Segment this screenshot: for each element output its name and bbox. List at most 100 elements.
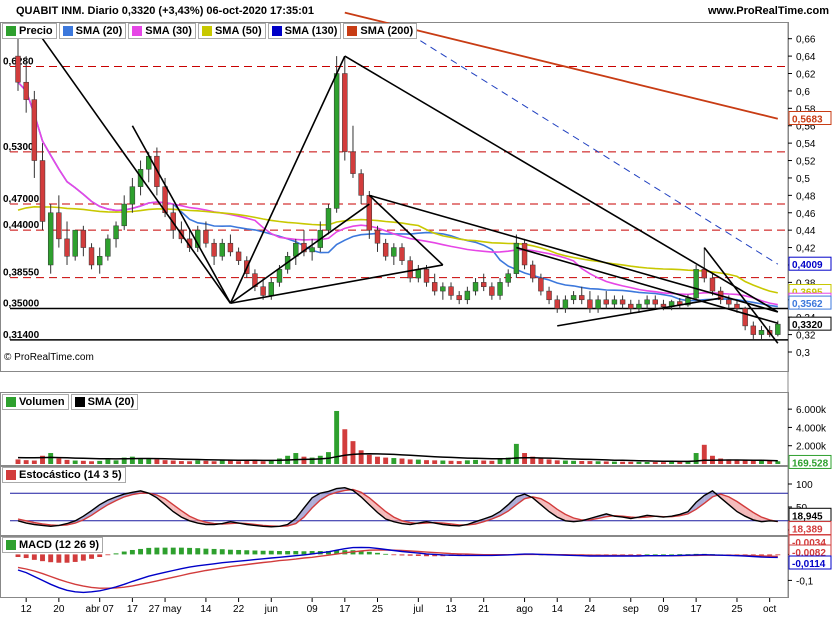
volume-bar [162,460,168,464]
legend-sma130: SMA (130) [267,23,342,39]
candle-body [644,299,650,305]
volume-bar [178,461,184,464]
candle-body [489,286,495,296]
volume-bar [375,456,380,464]
volume-bar [97,460,103,464]
volume-bar [252,460,258,464]
macd-hist-bar [170,547,176,555]
volume-bar [587,461,593,464]
legend-sma20: SMA (20) [58,23,127,39]
macd-hist-bar [129,549,135,555]
candle-body [268,282,274,296]
price-tick-label: 0,42 [796,244,816,255]
x-tick-label: 22 [233,604,245,615]
volume-bar [244,460,250,464]
sma200-label: SMA (200) [360,25,414,37]
x-tick-label: oct [763,604,777,615]
volume-bar [652,462,658,464]
candle-body [472,282,479,292]
volume-bar [399,458,405,464]
candle-body [595,299,601,309]
stoch-value-tag: 18,945 [788,507,832,522]
volume-bar [742,460,748,464]
volume-bar [358,450,364,464]
candle-body [636,303,642,309]
legend-sma50: SMA (50) [197,23,266,39]
sma20-swatch [62,26,73,36]
x-tick-label: 17 [339,604,351,615]
candle-body [309,247,315,253]
candle-body [374,229,381,244]
level-label: 0,44000 [3,220,40,231]
volume-bar [129,456,135,464]
candle-body [521,242,528,266]
price-tick-label: 0,5 [796,174,810,185]
macd-hist-bar [775,554,781,556]
macd-hist-bar [162,547,168,555]
candle-body [276,269,283,283]
volume-bar [342,429,348,464]
candle-body [382,242,389,257]
volume-bar [15,459,21,464]
macd-hist-bar [415,554,421,556]
volume-tick-label: 6.000k [796,405,827,416]
x-tick-label: 25 [731,604,743,615]
candle-body [481,282,487,287]
macd-hist-bar [187,547,193,555]
candle-body [31,99,38,161]
x-tick-label: jun [264,604,278,615]
level-label: 0,38550 [3,268,40,279]
macd-hist-bar [236,549,242,555]
macd-hist-bar [252,550,258,555]
macd-legend-label: MACD (12 26 9) [2,537,104,553]
candle-body [203,229,209,244]
x-tick-label: 13 [445,604,457,615]
price-tick-label: 0,48 [796,191,816,202]
volume-bar [276,458,282,464]
candle-body [407,260,413,279]
candle-body [505,273,511,283]
volume-bar [579,460,585,464]
macd-hist-bar [767,554,773,556]
volume-bar [513,443,519,464]
candle-body [350,151,356,174]
x-tick-label: ago [516,604,533,615]
macd-hist-bar [293,551,299,555]
candle-body [497,282,503,296]
volume-bar [481,460,487,464]
sma200-swatch [347,26,358,36]
candle-body [391,247,397,257]
macd-hist-bar [383,553,389,555]
volume-bar [227,460,233,464]
volume-tick-label: 4.000k [796,423,827,434]
macd-hist-bar [227,549,233,555]
candle-body [448,286,454,296]
volume-bar [260,461,266,464]
x-tick-label: 21 [478,604,490,615]
candle-body [750,325,757,335]
candle-body [660,303,667,307]
sma20-label: SMA (20) [75,25,123,37]
volume-bar [628,461,634,464]
volume-bar [595,461,601,464]
macd-hist-bar [121,551,127,555]
candle-body [325,208,332,231]
x-tick-label: 09 [658,604,670,615]
price-tick-label: 0,6 [796,87,810,98]
price-value-tag: 0,5683 [788,111,832,126]
chart-root: QUABIT INM. Diario 0,3320 (+3,43%) 06-oc… [0,0,835,620]
volume-bar [317,455,323,464]
macd-legend: MACD (12 26 9) [2,537,105,553]
macd-hist-bar [268,550,274,555]
macd-hist-bar [178,547,184,555]
candle-body [423,269,430,283]
price-value-tag: 0,3320 [788,316,832,331]
price-tick-label: 0,54 [796,139,816,150]
candle-body [628,303,634,309]
macd-hist-bar [97,554,103,557]
price-value-tag-text: 0,3562 [792,299,823,310]
candle-body [619,299,626,305]
macd-hist-bar [138,548,144,555]
vol-sma20-label: SMA (20) [87,396,135,408]
volume-bar [415,459,421,464]
